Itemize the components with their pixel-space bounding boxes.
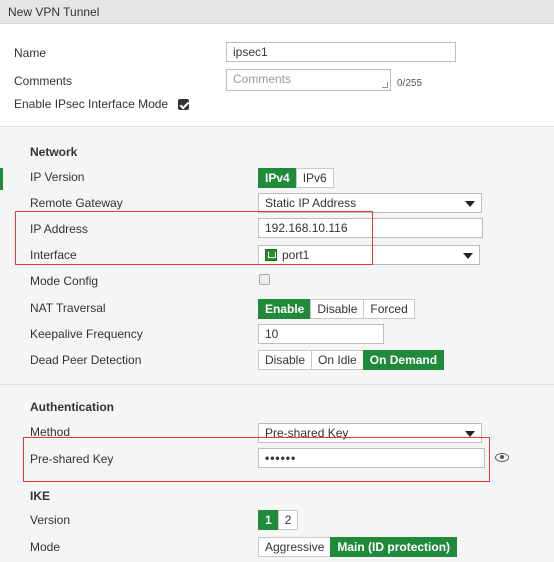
dpd-option-on-demand[interactable]: On Demand — [362, 350, 445, 370]
keepalive-input[interactable]: 10 — [258, 324, 384, 344]
nat-traversal-option-enable[interactable]: Enable — [258, 299, 312, 319]
network-heading: Network — [30, 145, 78, 159]
ike-version-option-2[interactable]: 2 — [277, 510, 299, 530]
ike-mode-toggle: Aggressive Main (ID protection) — [258, 537, 458, 557]
comments-counter: 0/255 — [397, 78, 423, 89]
mode-config-checkbox[interactable] — [259, 274, 270, 285]
remote-gateway-select[interactable]: Static IP Address — [258, 193, 482, 213]
enable-ipsec-checkbox[interactable] — [178, 99, 189, 110]
name-input[interactable]: ipsec1 — [226, 42, 456, 62]
ip-version-label: IP Version — [30, 170, 85, 184]
nat-traversal-option-disable[interactable]: Disable — [310, 299, 365, 319]
eye-icon[interactable] — [495, 453, 509, 462]
ike-mode-label: Mode — [30, 540, 61, 554]
authentication-heading: Authentication — [30, 400, 114, 414]
remote-gateway-value: Static IP Address — [265, 196, 357, 210]
ike-heading: IKE — [30, 489, 51, 503]
chevron-down-icon — [463, 253, 473, 259]
ike-mode-option-main[interactable]: Main (ID protection) — [330, 537, 458, 557]
dpd-option-on-idle[interactable]: On Idle — [311, 350, 364, 370]
dpd-label: Dead Peer Detection — [30, 353, 142, 367]
window-title: New VPN Tunnel — [0, 0, 554, 24]
keepalive-label: Keepalive Frequency — [30, 327, 143, 341]
resize-handle-icon[interactable] — [382, 82, 388, 88]
nat-traversal-option-forced[interactable]: Forced — [363, 299, 415, 319]
ike-version-option-1[interactable]: 1 — [258, 510, 279, 530]
dpd-toggle: Disable On Idle On Demand — [258, 350, 445, 370]
ip-version-option-ipv6[interactable]: IPv6 — [295, 168, 334, 188]
enable-ipsec-label: Enable IPsec Interface Mode — [14, 97, 169, 111]
chevron-down-icon — [465, 201, 475, 207]
ip-interface-highlight-box — [15, 211, 373, 265]
ike-version-label: Version — [30, 513, 71, 527]
comments-placeholder: Comments — [233, 72, 292, 86]
section-accent-bar — [0, 168, 3, 190]
nat-traversal-label: NAT Traversal — [30, 301, 106, 315]
mode-config-label: Mode Config — [30, 274, 99, 288]
remote-gateway-label: Remote Gateway — [30, 196, 123, 210]
ike-version-toggle: 1 2 — [258, 510, 299, 530]
ike-mode-option-aggressive[interactable]: Aggressive — [258, 537, 332, 557]
comments-textarea[interactable]: Comments — [226, 69, 391, 91]
ip-version-option-ipv4[interactable]: IPv4 — [258, 168, 297, 188]
psk-highlight-box — [23, 437, 490, 482]
comments-label: Comments — [14, 74, 73, 88]
ip-version-toggle: IPv4 IPv6 — [258, 168, 334, 188]
nat-traversal-toggle: Enable Disable Forced — [258, 299, 415, 319]
name-label: Name — [14, 46, 47, 60]
dpd-option-disable[interactable]: Disable — [258, 350, 313, 370]
